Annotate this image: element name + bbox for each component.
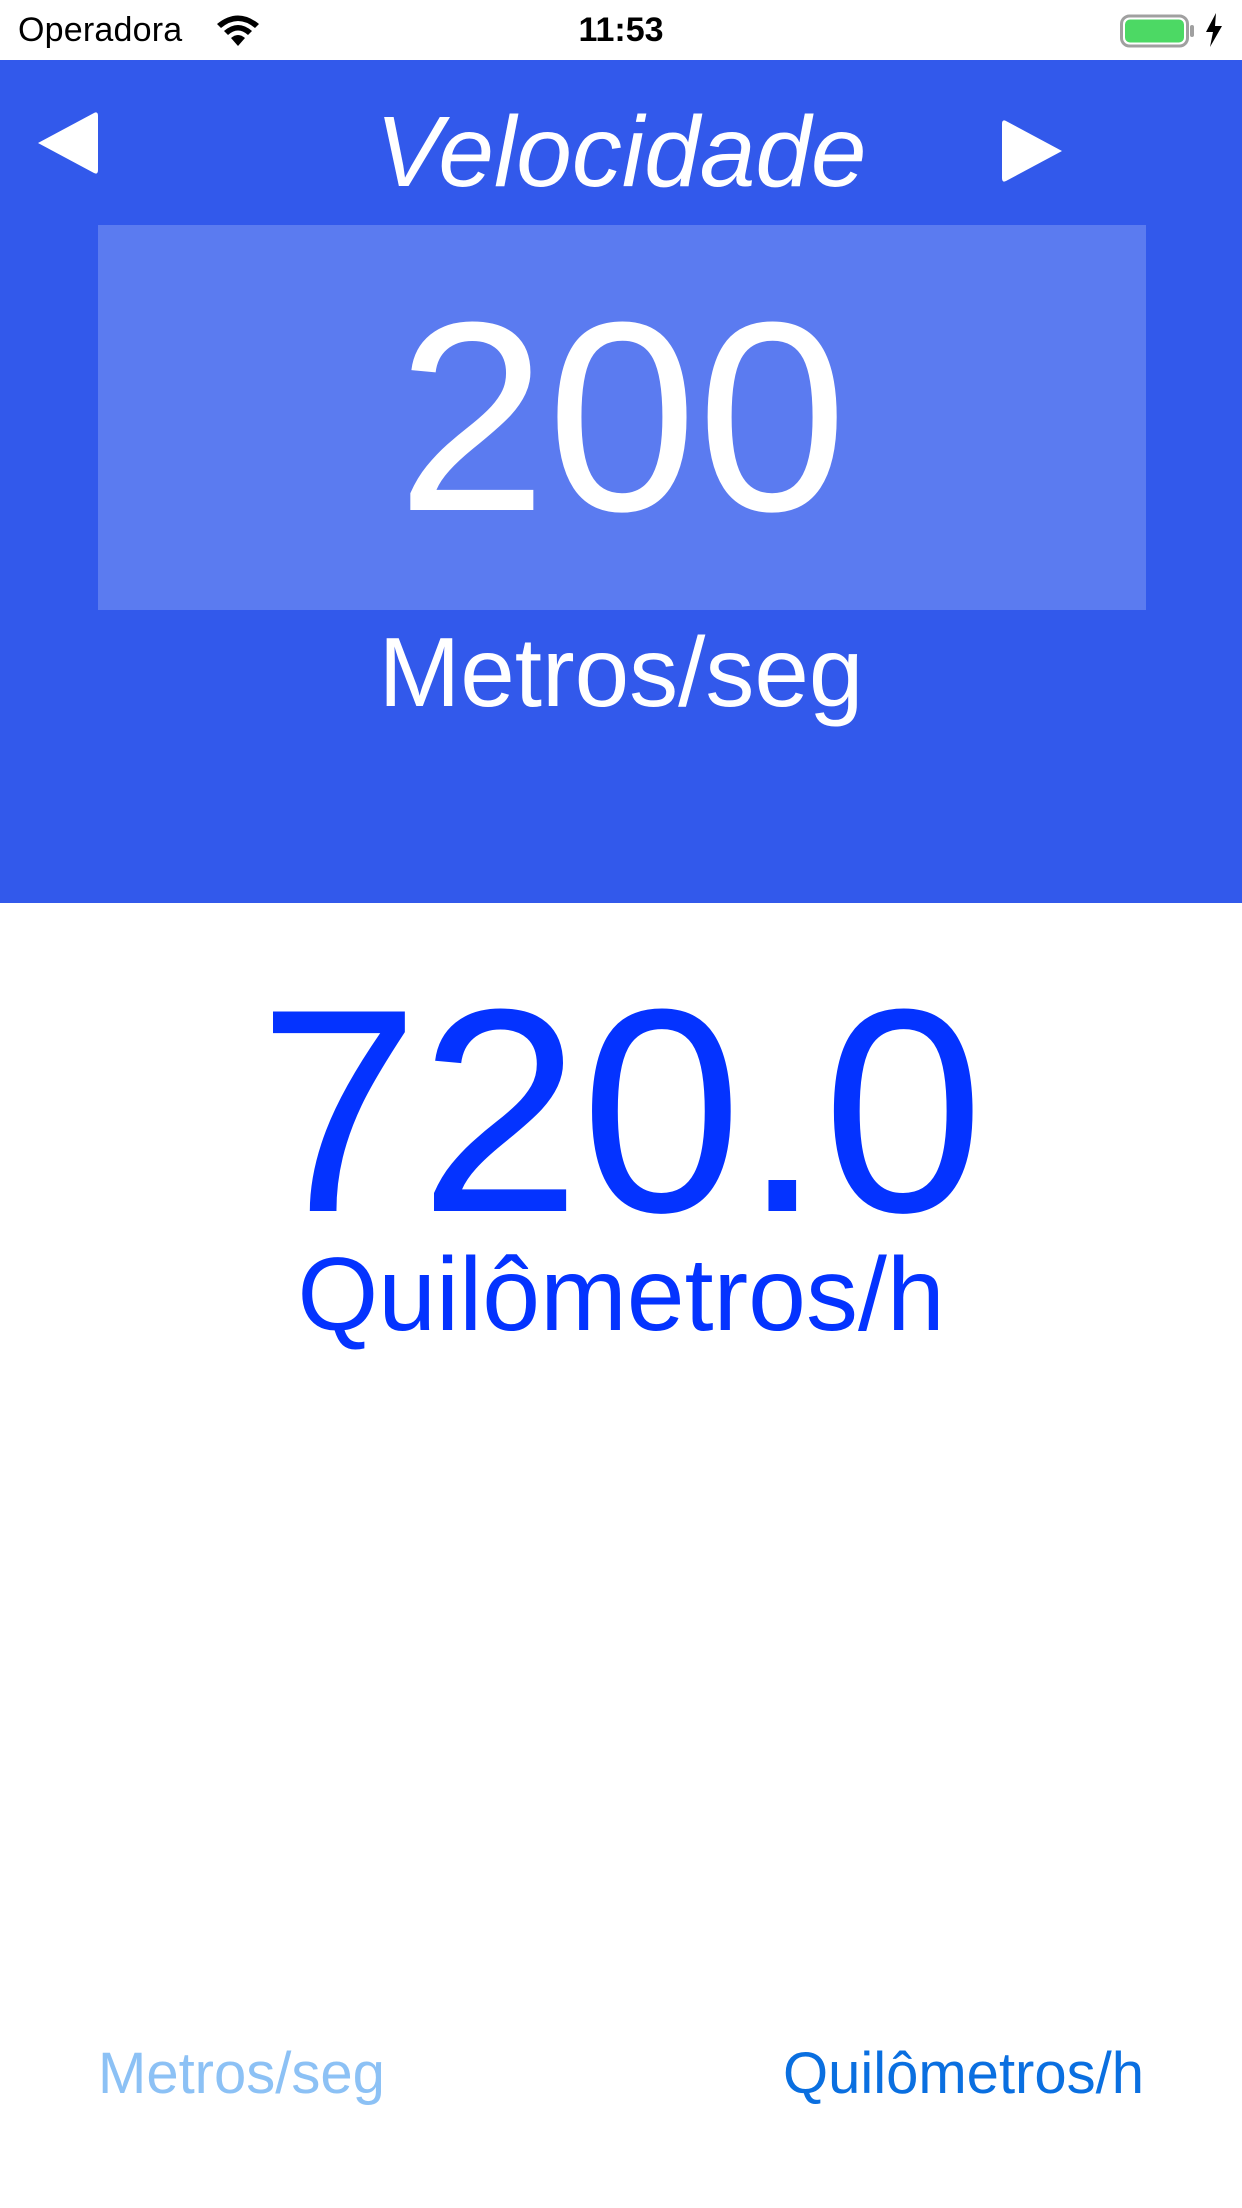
status-bar: Operadora 11:53	[0, 0, 1242, 60]
to-unit-button[interactable]: Quilômetros/h	[783, 2038, 1144, 2110]
next-category-button[interactable]	[1000, 116, 1066, 186]
clock: 11:53	[578, 11, 664, 49]
triangle-right-icon	[1002, 120, 1062, 182]
header-panel: Velocidade Metros/seg	[0, 60, 1242, 903]
from-unit-button[interactable]: Metros/seg	[98, 2038, 385, 2110]
result-value: 720.0	[258, 949, 984, 1273]
charging-bolt-icon	[1206, 13, 1222, 47]
converter-screen: Operadora 11:53 Velocidade Metros/seg 72…	[0, 0, 1242, 2208]
result-unit-label: Quilômetros/h	[297, 1237, 945, 1353]
value-input[interactable]	[98, 225, 1146, 610]
battery-icon	[1120, 14, 1194, 48]
input-unit-label: Metros/seg	[378, 617, 864, 727]
